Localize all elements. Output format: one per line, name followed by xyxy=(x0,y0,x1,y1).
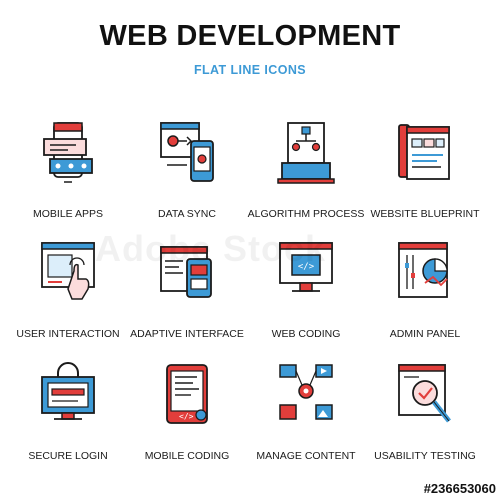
manage-content-icon xyxy=(279,364,333,420)
icon-card-website-blueprint: WEBSITE BLUEPRINT xyxy=(365,119,485,239)
page-title: WEB DEVELOPMENT xyxy=(99,20,401,52)
website-blueprint-icon xyxy=(398,124,450,180)
mobile-coding-icon: </> xyxy=(166,364,208,424)
icon-card-mobile-apps: MOBILE APPS xyxy=(8,119,128,239)
user-interaction-icon xyxy=(41,242,95,300)
icon-label: WEBSITE BLUEPRINT xyxy=(370,208,480,220)
icon-card-secure-login: SECURE LOGIN xyxy=(8,361,128,481)
icon-card-usability-testing: USABILITY TESTING xyxy=(365,361,485,481)
icon-card-admin-panel: ADMIN PANEL xyxy=(365,239,485,359)
algorithm-process-icon xyxy=(277,122,335,184)
usability-testing-icon xyxy=(398,364,451,423)
icon-card-manage-content: MANAGE CONTENT xyxy=(246,361,366,481)
icon-card-mobile-coding: </> MOBILE CODING xyxy=(127,361,247,481)
secure-login-icon xyxy=(41,362,95,420)
icon-label: USABILITY TESTING xyxy=(374,450,476,462)
page-subtitle: FLAT LINE ICONS xyxy=(193,63,306,77)
mobile-apps-icon xyxy=(43,122,93,183)
svg-text:</>: </> xyxy=(179,412,194,421)
icon-card-data-sync: DATA SYNC xyxy=(127,119,247,239)
data-sync-icon xyxy=(160,122,214,182)
stock-id: #236653060 xyxy=(423,481,496,496)
watermark-text: Adobe Stock xyxy=(95,228,327,269)
icon-label: ADMIN PANEL xyxy=(389,328,461,340)
admin-panel-icon xyxy=(398,242,448,298)
icon-card-algorithm-process: ALGORITHM PROCESS xyxy=(246,119,366,239)
